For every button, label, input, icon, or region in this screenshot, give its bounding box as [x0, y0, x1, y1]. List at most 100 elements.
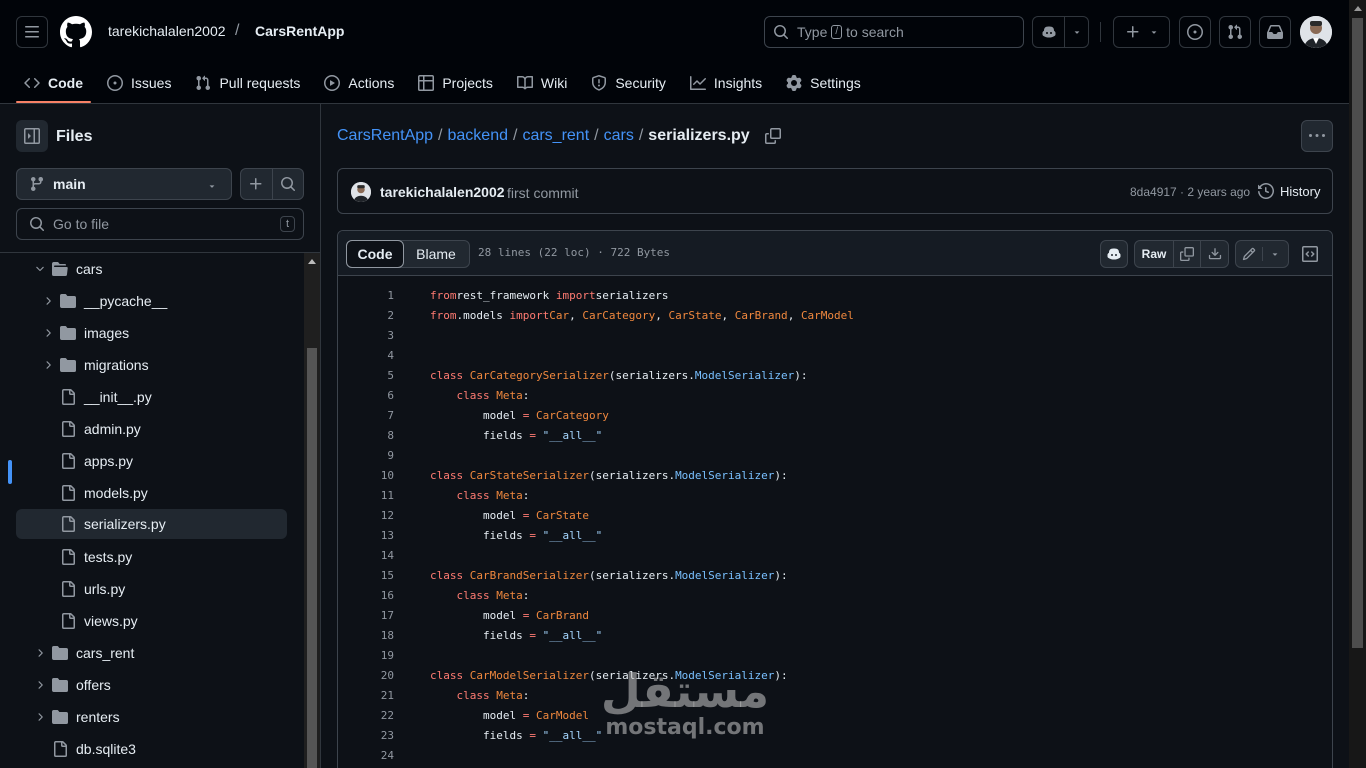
page-scroll-thumb[interactable] — [1352, 18, 1363, 648]
tree-file-init[interactable]: __init__.py — [16, 382, 287, 412]
tab-issues[interactable]: Issues — [99, 64, 179, 102]
tab-projects[interactable]: Projects — [410, 64, 501, 102]
owner-link[interactable]: tarekichalalen2002 — [108, 23, 226, 39]
tab-actions[interactable]: Actions — [316, 64, 402, 102]
inbox-button[interactable] — [1259, 16, 1291, 48]
line-number[interactable]: 24 — [338, 749, 394, 762]
commit-author[interactable]: tarekichalalen2002 — [380, 184, 505, 200]
line-number[interactable]: 2 — [338, 309, 394, 322]
code-icon — [24, 77, 40, 89]
line-number[interactable]: 11 — [338, 489, 394, 502]
line-number[interactable]: 10 — [338, 469, 394, 482]
line-number[interactable]: 4 — [338, 349, 394, 362]
search-files-button[interactable] — [273, 169, 304, 199]
breadcrumb-cars-rent[interactable]: cars_rent — [522, 127, 589, 145]
tab-wiki[interactable]: Wiki — [509, 64, 575, 102]
copilot-file-button[interactable] — [1100, 240, 1128, 268]
blame-view-tab[interactable]: Blame — [403, 241, 469, 267]
line-number[interactable]: 20 — [338, 669, 394, 682]
tree-folder-renters[interactable]: renters — [16, 702, 287, 732]
tree-folder-cars-rent[interactable]: cars_rent — [16, 638, 287, 668]
tab-security[interactable]: Security — [583, 64, 674, 102]
issues-button[interactable] — [1179, 16, 1211, 48]
tab-pull-requests[interactable]: Pull requests — [187, 64, 308, 102]
github-logo-icon[interactable] — [60, 16, 92, 48]
tab-settings[interactable]: Settings — [778, 64, 869, 102]
tree-file-db-sqlite3[interactable]: db.sqlite3 — [16, 734, 287, 764]
line-number[interactable]: 7 — [338, 409, 394, 422]
download-button[interactable] — [1201, 241, 1228, 267]
copy-raw-button[interactable] — [1174, 241, 1201, 267]
line-number[interactable]: 8 — [338, 429, 394, 442]
sidebar-scrollbar[interactable] — [304, 253, 320, 768]
breadcrumb-cars[interactable]: cars — [604, 127, 634, 145]
line-number[interactable]: 5 — [338, 369, 394, 382]
line-number[interactable]: 12 — [338, 509, 394, 522]
history-label: History — [1280, 183, 1321, 199]
tree-folder-migrations[interactable]: migrations — [16, 350, 287, 380]
breadcrumb-backend[interactable]: backend — [448, 127, 509, 145]
copilot-dropdown[interactable] — [1065, 17, 1088, 47]
menu-button[interactable] — [16, 16, 48, 48]
search-input[interactable]: Type / to search — [764, 16, 1024, 48]
tree-folder-images[interactable]: images — [16, 318, 287, 348]
line-number[interactable]: 16 — [338, 589, 394, 602]
scroll-up-arrow-icon[interactable] — [1354, 6, 1362, 11]
branch-selector[interactable]: main — [16, 168, 232, 200]
tree-label: urls.py — [84, 581, 126, 597]
tree-file-urls[interactable]: urls.py — [16, 574, 287, 604]
line-number[interactable]: 22 — [338, 709, 394, 722]
tree-folder-cars[interactable]: cars — [16, 254, 287, 284]
line-number[interactable]: 13 — [338, 529, 394, 542]
commit-message[interactable]: first commit — [507, 185, 579, 201]
line-number[interactable]: 18 — [338, 629, 394, 642]
line-number[interactable]: 15 — [338, 569, 394, 582]
tree-file-models[interactable]: models.py — [16, 478, 287, 508]
tree-file-views[interactable]: views.py — [16, 606, 287, 636]
create-new-button[interactable] — [1113, 16, 1170, 48]
page-scrollbar[interactable] — [1349, 0, 1366, 768]
line-number[interactable]: 9 — [338, 449, 394, 462]
symbols-panel-button[interactable] — [1296, 240, 1324, 268]
tab-insights[interactable]: Insights — [682, 64, 770, 102]
commit-sha-age[interactable]: 8da4917 · 2 years ago — [1130, 185, 1250, 199]
add-file-button[interactable] — [241, 169, 273, 199]
line-number[interactable]: 17 — [338, 609, 394, 622]
edit-dropdown-button[interactable] — [1263, 249, 1289, 259]
line-number[interactable]: 19 — [338, 649, 394, 662]
copilot-menu[interactable] — [1032, 16, 1089, 48]
go-to-file-shortcut: t — [279, 216, 295, 232]
tree-file-tests[interactable]: tests.py — [16, 542, 287, 572]
breadcrumb-repo[interactable]: CarsRentApp — [337, 127, 433, 145]
copy-path-button[interactable] — [764, 128, 781, 144]
tree-folder-pycache[interactable]: __pycache__ — [16, 286, 287, 316]
line-number[interactable]: 23 — [338, 729, 394, 742]
pull-requests-button[interactable] — [1219, 16, 1251, 48]
code-token: model — [430, 508, 523, 522]
history-button[interactable]: History — [1258, 183, 1320, 199]
collapse-sidebar-button[interactable] — [16, 120, 48, 152]
line-number[interactable]: 21 — [338, 689, 394, 702]
line-number[interactable]: 3 — [338, 329, 394, 342]
tree-folder-offers[interactable]: offers — [16, 670, 287, 700]
raw-button[interactable]: Raw — [1135, 241, 1174, 267]
copilot-button[interactable] — [1033, 17, 1065, 47]
more-options-button[interactable] — [1301, 120, 1333, 152]
line-number[interactable]: 14 — [338, 549, 394, 562]
user-avatar[interactable] — [1300, 16, 1332, 48]
sidebar-scroll-thumb[interactable] — [307, 348, 317, 768]
commit-author-avatar[interactable] — [351, 182, 371, 202]
go-to-file-input[interactable]: Go to file t — [16, 208, 304, 240]
line-number[interactable]: 6 — [338, 389, 394, 402]
tree-file-serializers[interactable]: serializers.py — [16, 509, 287, 539]
tab-code[interactable]: Code — [16, 64, 91, 103]
edit-file-button[interactable] — [1236, 247, 1263, 261]
line-number[interactable]: 1 — [338, 289, 394, 302]
tree-file-apps[interactable]: apps.py — [16, 446, 287, 476]
tree-file-admin[interactable]: admin.py — [16, 414, 287, 444]
repo-link[interactable]: CarsRentApp — [255, 23, 344, 39]
scroll-up-arrow-icon[interactable] — [308, 259, 316, 264]
code-view-tab[interactable]: Code — [346, 240, 404, 268]
raw-copy-download-group: Raw — [1134, 240, 1229, 268]
